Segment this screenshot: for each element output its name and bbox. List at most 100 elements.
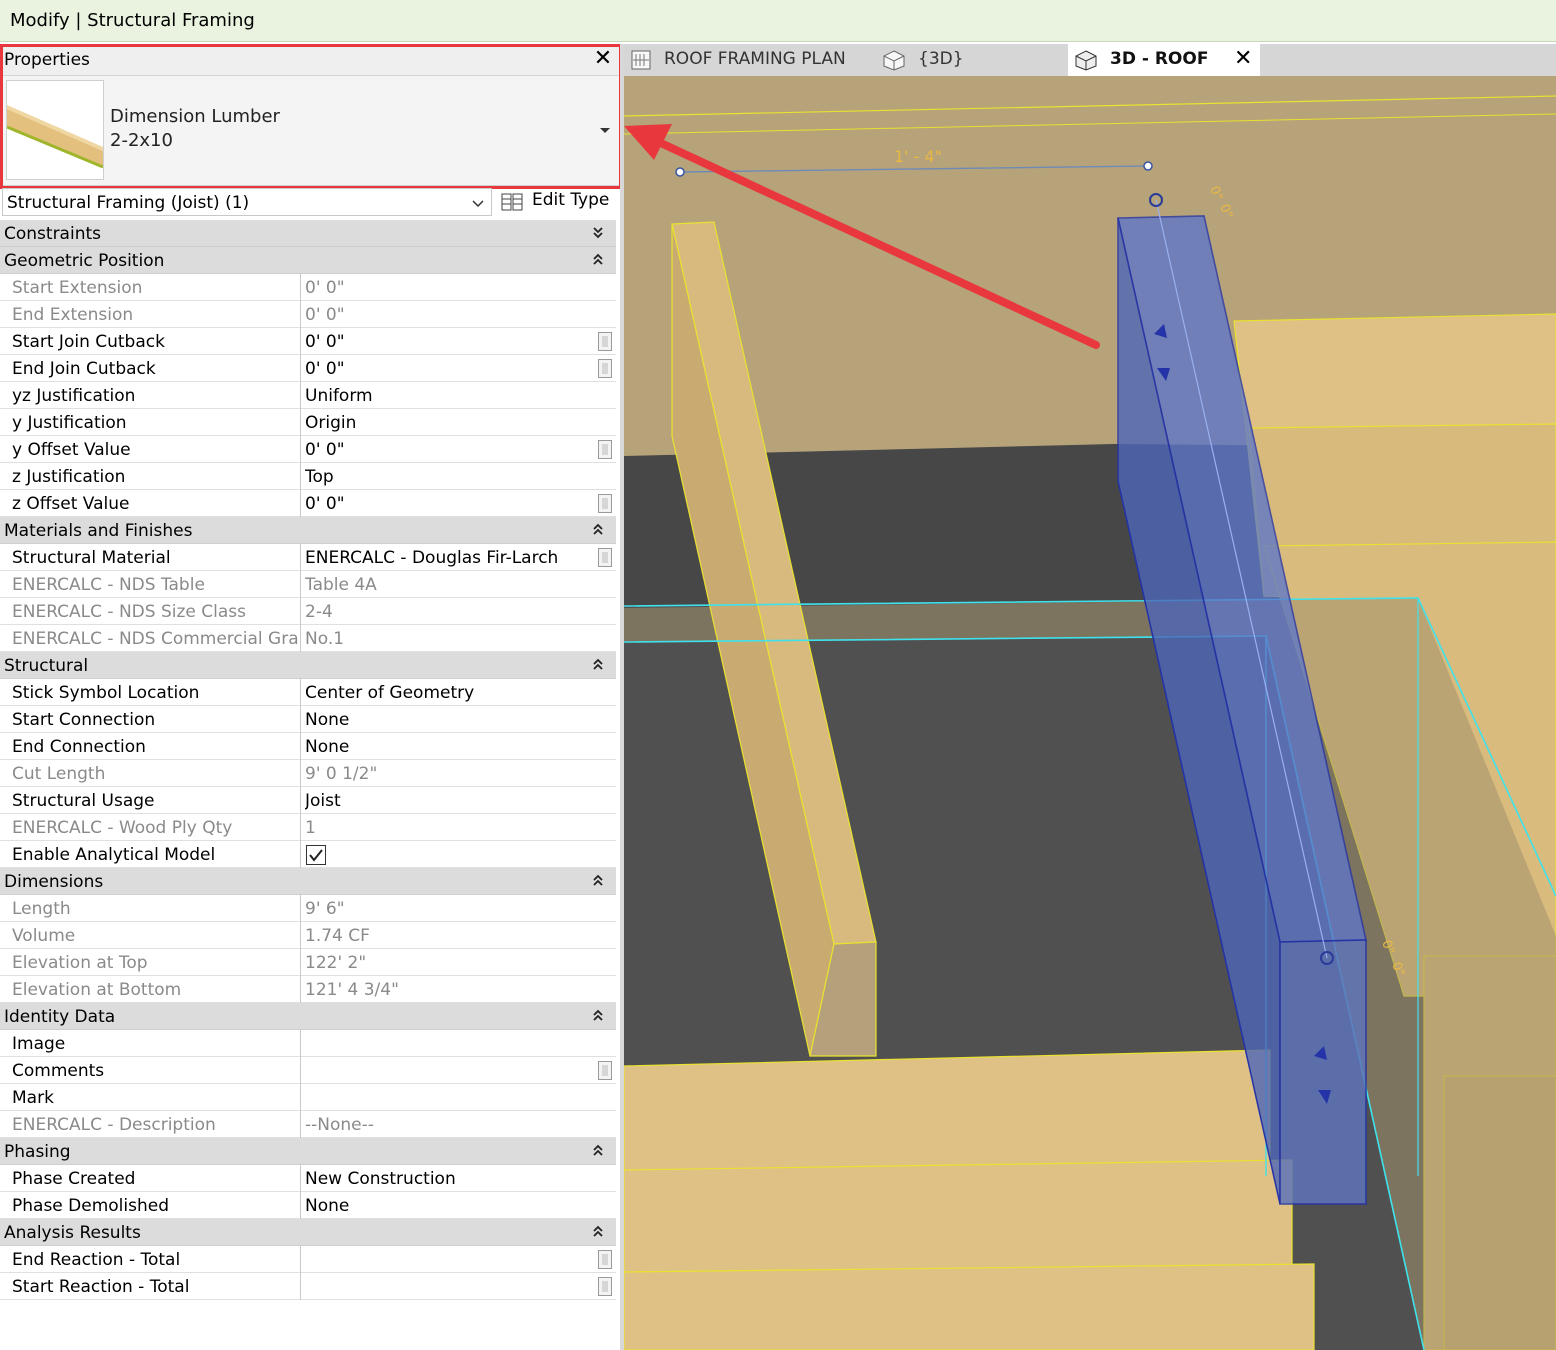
property-name: Structural Material	[12, 548, 171, 568]
property-value[interactable]: 0' 0"	[305, 440, 590, 460]
property-row-start-join-cutback[interactable]: Start Join Cutback 0' 0"	[0, 328, 616, 355]
property-value[interactable]: 0' 0"	[305, 359, 590, 379]
property-value: 0' 0"	[305, 278, 345, 298]
group-header-dimensions[interactable]: Dimensions	[0, 868, 616, 895]
collapse-icon[interactable]	[592, 253, 604, 271]
property-row-y-justification[interactable]: y Justification Origin	[0, 409, 616, 436]
group-header-analysis-results[interactable]: Analysis Results	[0, 1219, 616, 1246]
edit-type-button[interactable]: Edit Type	[498, 188, 618, 216]
value-browse-button[interactable]	[598, 440, 612, 459]
value-browse-button[interactable]	[598, 548, 612, 567]
property-row-yz-justification[interactable]: yz Justification Uniform	[0, 382, 616, 409]
property-row-start-connection[interactable]: Start Connection None	[0, 706, 616, 733]
3d-view-icon	[1074, 49, 1098, 71]
value-browse-button[interactable]	[598, 332, 612, 351]
expand-icon[interactable]	[592, 226, 604, 244]
analytical-model-checkbox[interactable]	[306, 845, 326, 865]
column-divider	[300, 679, 301, 706]
property-row-image[interactable]: Image	[0, 1030, 616, 1057]
property-row-comments[interactable]: Comments	[0, 1057, 616, 1084]
property-row-end-connection[interactable]: End Connection None	[0, 733, 616, 760]
collapse-icon[interactable]	[592, 1009, 604, 1027]
tab-roof-framing-plan[interactable]: ROOF FRAMING PLAN	[624, 44, 864, 76]
close-icon[interactable]: ✕	[1234, 45, 1252, 73]
properties-title: Properties	[4, 50, 90, 70]
property-row-z-offset-value[interactable]: z Offset Value 0' 0"	[0, 490, 616, 517]
collapse-icon[interactable]	[592, 658, 604, 676]
property-value[interactable]: New Construction	[305, 1169, 590, 1189]
property-value[interactable]: Joist	[305, 791, 590, 811]
property-value[interactable]: Origin	[305, 413, 590, 433]
property-row-structural-material[interactable]: Structural Material ENERCALC - Douglas Fi…	[0, 544, 616, 571]
property-value[interactable]: None	[305, 710, 590, 730]
property-value[interactable]: Center of Geometry	[305, 683, 590, 703]
property-value[interactable]: Uniform	[305, 386, 590, 406]
property-name: Phase Created	[12, 1169, 136, 1189]
edit-type-icon	[501, 192, 525, 212]
property-name: Stick Symbol Location	[12, 683, 200, 703]
property-name: Start Reaction - Total	[12, 1277, 190, 1297]
collapse-icon[interactable]	[592, 1144, 604, 1162]
group-label: Structural	[4, 656, 89, 676]
property-row-phase-created[interactable]: Phase Created New Construction	[0, 1165, 616, 1192]
instance-filter-dropdown[interactable]: Structural Framing (Joist) (1)	[2, 188, 492, 216]
property-value[interactable]: ENERCALC - Douglas Fir-Larch	[305, 548, 590, 568]
property-row-mark[interactable]: Mark	[0, 1084, 616, 1111]
column-divider	[300, 598, 301, 625]
property-value[interactable]: 0' 0"	[305, 332, 590, 352]
collapse-icon[interactable]	[592, 874, 604, 892]
property-row-end-join-cutback[interactable]: End Join Cutback 0' 0"	[0, 355, 616, 382]
property-name: y Offset Value	[12, 440, 131, 460]
property-row-y-offset-value[interactable]: y Offset Value 0' 0"	[0, 436, 616, 463]
property-value[interactable]: Top	[305, 467, 590, 487]
property-value: 1	[305, 818, 316, 838]
properties-close-button[interactable]: ✕	[590, 46, 616, 72]
property-row-phase-demolished[interactable]: Phase Demolished None	[0, 1192, 616, 1219]
property-row-start-reaction-total[interactable]: Start Reaction - Total	[0, 1273, 616, 1300]
column-divider	[300, 787, 301, 814]
value-browse-button[interactable]	[598, 1061, 612, 1080]
property-row-cut-length: Cut Length 9' 0 1/2"	[0, 760, 616, 787]
group-header-identity-data[interactable]: Identity Data	[0, 1003, 616, 1030]
value-browse-button[interactable]	[598, 1250, 612, 1269]
value-browse-button[interactable]	[598, 359, 612, 378]
column-divider	[300, 1246, 301, 1273]
property-row-enercalc-nds-size-class: ENERCALC - NDS Size Class 2-4	[0, 598, 616, 625]
property-row-z-justification[interactable]: z Justification Top	[0, 463, 616, 490]
column-divider	[300, 1273, 301, 1300]
group-header-materials-and-finishes[interactable]: Materials and Finishes	[0, 517, 616, 544]
collapse-icon[interactable]	[592, 523, 604, 541]
edit-type-label: Edit Type	[532, 190, 610, 210]
property-name: z Justification	[12, 467, 126, 487]
collapse-icon[interactable]	[592, 1225, 604, 1243]
property-value[interactable]: None	[305, 737, 590, 757]
value-browse-button[interactable]	[598, 494, 612, 513]
group-header-geometric-position[interactable]: Geometric Position	[0, 247, 616, 274]
group-header-structural[interactable]: Structural	[0, 652, 616, 679]
property-value[interactable]: None	[305, 1196, 590, 1216]
property-name: Enable Analytical Model	[12, 845, 216, 865]
3d-viewport-canvas[interactable]: 1' - 4" 0" 0" 0" 0"	[624, 76, 1556, 1350]
property-value[interactable]: 0' 0"	[305, 494, 590, 514]
property-name: Mark	[12, 1088, 54, 1108]
tab-label: {3D}	[918, 49, 964, 69]
type-selector[interactable]: Dimension Lumber 2-2x10	[0, 76, 620, 186]
property-value: No.1	[305, 629, 345, 649]
property-row-end-reaction-total[interactable]: End Reaction - Total	[0, 1246, 616, 1273]
property-row-stick-symbol-location[interactable]: Stick Symbol Location Center of Geometry	[0, 679, 616, 706]
type-family-name: Dimension Lumber	[110, 106, 280, 127]
column-divider	[300, 706, 301, 733]
group-label: Phasing	[4, 1142, 71, 1162]
tab-3d-roof[interactable]: 3D - ROOF ✕	[1068, 44, 1260, 76]
group-label: Analysis Results	[4, 1223, 141, 1243]
tab-3d[interactable]: {3D}	[876, 44, 1056, 76]
property-row-enable-analytical-model[interactable]: Enable Analytical Model	[0, 841, 616, 868]
group-header-constraints[interactable]: Constraints	[0, 220, 616, 247]
group-header-phasing[interactable]: Phasing	[0, 1138, 616, 1165]
value-browse-button[interactable]	[598, 1277, 612, 1296]
property-row-structural-usage[interactable]: Structural Usage Joist	[0, 787, 616, 814]
property-name: Volume	[12, 926, 76, 946]
property-name: yz Justification	[12, 386, 136, 406]
property-value: 2-4	[305, 602, 333, 622]
type-dropdown-icon[interactable]	[598, 122, 612, 136]
